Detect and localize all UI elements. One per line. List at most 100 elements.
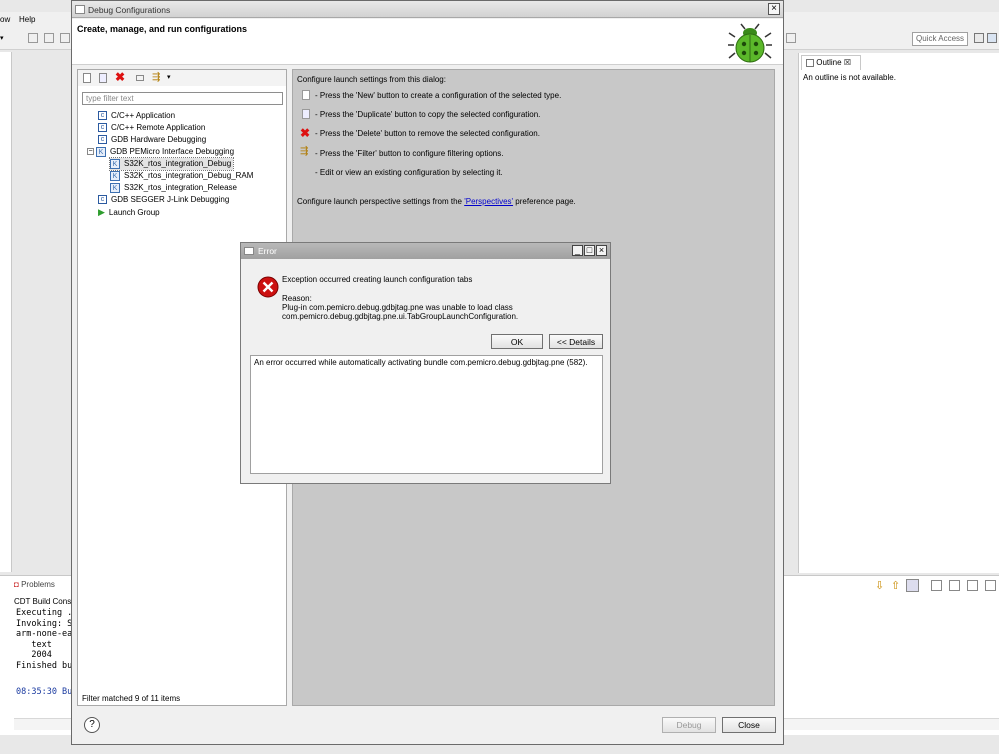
close-icon[interactable]: ☒ bbox=[844, 58, 851, 67]
display-console-icon[interactable] bbox=[949, 580, 960, 591]
info-delete: - Press the 'Delete' button to remove th… bbox=[315, 129, 540, 138]
menu-help[interactable]: Help bbox=[19, 15, 35, 24]
window-close-button[interactable]: × bbox=[768, 3, 780, 15]
new-config-icon[interactable] bbox=[83, 73, 91, 83]
info-filter: - Press the 'Filter' button to configure… bbox=[315, 149, 504, 158]
tree-toolbar: ✖ ⇶ ▾ bbox=[78, 70, 286, 86]
error-dialog: Error _ □ × Exception occurred creating … bbox=[240, 242, 611, 484]
tree-item-gdb-hardware[interactable]: c GDB Hardware Debugging bbox=[98, 134, 206, 146]
perspective-text: Configure launch perspective settings fr… bbox=[297, 197, 465, 206]
eclipse-window-icon bbox=[244, 247, 254, 255]
tab-outline[interactable]: Outline ☒ bbox=[801, 55, 861, 70]
arrow-up-icon[interactable]: ⇧ bbox=[891, 579, 900, 592]
new-console-icon[interactable] bbox=[967, 580, 978, 591]
tree-item-gdb-pemicro[interactable]: − K GDB PEMicro Interface Debugging bbox=[87, 146, 234, 158]
tree-item-s32k-debug[interactable]: K S32K_rtos_integration_Debug bbox=[108, 157, 235, 171]
outline-tab-label: Outline bbox=[816, 58, 842, 67]
problems-icon: ◘ bbox=[14, 580, 22, 589]
error-reason: Reason: Plug-in com.pemicro.debug.gdbjta… bbox=[282, 294, 518, 321]
window-close-button[interactable]: × bbox=[596, 245, 607, 256]
config-icon: K bbox=[110, 182, 120, 193]
error-details-text: An error occurred while automatically ac… bbox=[250, 355, 603, 474]
tree-item-label: C/C++ Application bbox=[111, 111, 176, 120]
error-titlebar[interactable]: Error _ □ × bbox=[241, 243, 610, 259]
maximize-button[interactable]: □ bbox=[584, 245, 595, 256]
tree-item-label: S32K_rtos_integration_Debug bbox=[124, 159, 232, 168]
config-icon: K bbox=[110, 158, 120, 169]
help-button[interactable]: ? bbox=[84, 717, 100, 733]
details-button[interactable]: << Details bbox=[549, 334, 603, 349]
reason-label: Reason: bbox=[282, 294, 312, 303]
tree-item-c-application[interactable]: c C/C++ Application bbox=[98, 110, 175, 122]
tree-item-s32k-release[interactable]: K S32K_rtos_integration_Release bbox=[110, 182, 237, 194]
console-title: CDT Build Conso bbox=[14, 597, 76, 606]
c-remote-icon: c bbox=[98, 123, 107, 133]
launch-group-icon: ▶ bbox=[98, 207, 105, 217]
ok-button[interactable]: OK bbox=[491, 334, 543, 349]
console-timestamp: 08:35:30 Bu bbox=[16, 687, 73, 697]
perspective-text: preference page. bbox=[513, 197, 576, 206]
tree-item-s32k-debug-ram[interactable]: K S32K_rtos_integration_Debug_RAM bbox=[110, 170, 253, 182]
filter-status: Filter matched 9 of 11 items bbox=[82, 694, 181, 703]
perspective-icon[interactable] bbox=[987, 33, 997, 43]
duplicate-icon bbox=[302, 109, 310, 119]
menu-window-partial[interactable]: ow bbox=[0, 15, 10, 24]
debug-button[interactable]: Debug bbox=[662, 717, 716, 733]
tree-item-label: S32K_rtos_integration_Release bbox=[124, 183, 237, 192]
tree-item-label: C/C++ Remote Application bbox=[111, 123, 206, 132]
error-icon bbox=[257, 276, 279, 298]
pemicro-icon: K bbox=[96, 146, 106, 157]
close-button[interactable]: Close bbox=[722, 717, 776, 733]
filter-input[interactable]: type filter text bbox=[82, 92, 283, 105]
arrow-down-icon[interactable]: ⇩ bbox=[875, 579, 884, 592]
toolbar-icon[interactable] bbox=[44, 33, 54, 43]
open-perspective-icon[interactable] bbox=[974, 33, 984, 43]
tree-item-launch-group[interactable]: ▶ Launch Group bbox=[98, 206, 160, 218]
outline-message: An outline is not available. bbox=[803, 73, 896, 82]
info-perspectives: Configure launch perspective settings fr… bbox=[297, 197, 576, 206]
collapse-all-icon[interactable] bbox=[136, 75, 144, 81]
tree-item-c-remote-application[interactable]: c C/C++ Remote Application bbox=[98, 122, 205, 134]
dropdown-arrow-icon[interactable]: ▾ bbox=[0, 34, 4, 42]
delete-icon: ✖ bbox=[300, 126, 311, 140]
info-edit: - Edit or view an existing configuration… bbox=[315, 168, 503, 177]
tree-item-label: S32K_rtos_integration_Debug_RAM bbox=[124, 171, 254, 180]
tree-item-label: GDB Hardware Debugging bbox=[111, 135, 207, 144]
reason-line: com.pemicro.debug.gdbjtag.pne.ui.TabGrou… bbox=[282, 312, 519, 321]
info-new: - Press the 'New' button to create a con… bbox=[315, 91, 562, 100]
c-app-icon: c bbox=[98, 111, 107, 121]
duplicate-config-icon[interactable] bbox=[99, 73, 107, 83]
c-segger-icon: c bbox=[98, 195, 107, 205]
minimize-button[interactable]: _ bbox=[572, 245, 583, 256]
toolbar-icon[interactable] bbox=[60, 33, 70, 43]
tab-problems[interactable]: ◘ Problems bbox=[14, 580, 55, 589]
new-icon bbox=[302, 90, 310, 100]
filter-icon[interactable]: ⇶ bbox=[152, 72, 160, 83]
filter-icon: ⇶ bbox=[300, 146, 309, 157]
dialog-title: Debug Configurations bbox=[88, 5, 171, 15]
collapse-toggle-icon[interactable]: − bbox=[87, 148, 94, 156]
reason-line: Plug-in com.pemicro.debug.gdbjtag.pne wa… bbox=[282, 303, 513, 312]
outline-icon bbox=[806, 58, 814, 67]
quick-access-input[interactable]: Quick Access bbox=[912, 32, 968, 46]
error-title: Error bbox=[258, 246, 277, 256]
eclipse-window-icon bbox=[75, 5, 85, 14]
c-gdb-icon: c bbox=[98, 135, 107, 145]
scroll-lock-icon[interactable] bbox=[906, 579, 919, 592]
delete-config-icon[interactable]: ✖ bbox=[115, 70, 125, 84]
toolbar-icon[interactable] bbox=[786, 33, 796, 43]
tree-item-gdb-segger[interactable]: c GDB SEGGER J-Link Debugging bbox=[98, 194, 229, 206]
toolbar-icon[interactable] bbox=[28, 33, 38, 43]
config-icon: K bbox=[110, 170, 120, 181]
info-duplicate: - Press the 'Duplicate' button to copy t… bbox=[315, 110, 541, 119]
chevron-down-icon[interactable]: ▾ bbox=[167, 73, 171, 81]
debug-bug-icon bbox=[728, 23, 772, 63]
pin-console-icon[interactable] bbox=[931, 580, 942, 591]
console-toolbar: ⇩ ⇧ bbox=[873, 579, 999, 593]
perspectives-link[interactable]: 'Perspectives' bbox=[464, 197, 513, 206]
dialog-header: Create, manage, and run configurations bbox=[72, 19, 783, 65]
problems-tab-label: Problems bbox=[21, 580, 55, 589]
console-menu-icon[interactable] bbox=[985, 580, 996, 591]
dialog-titlebar[interactable]: Debug Configurations × bbox=[72, 1, 783, 18]
info-intro: Configure launch settings from this dial… bbox=[297, 75, 446, 84]
